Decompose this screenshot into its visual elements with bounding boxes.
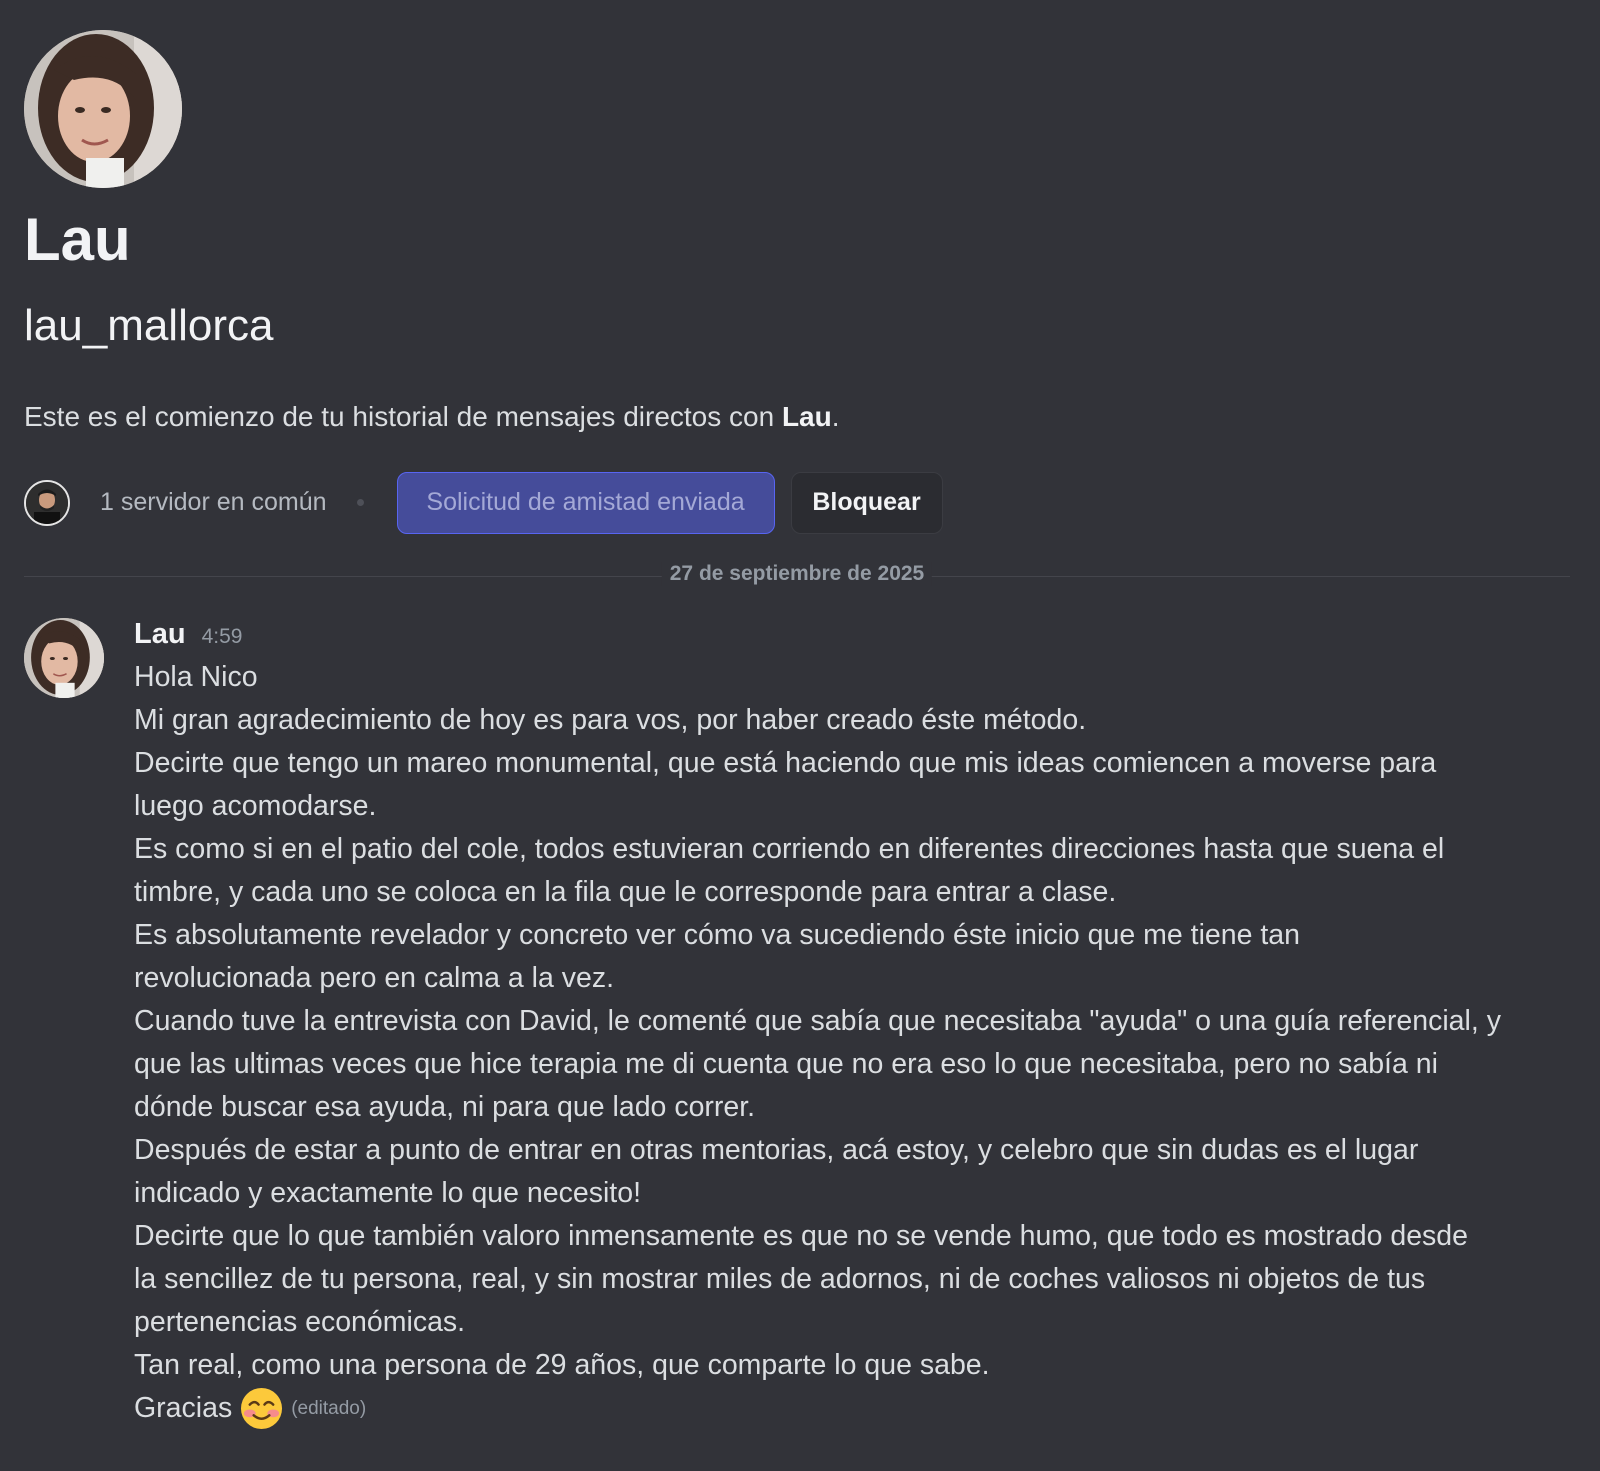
edited-label: (editado) — [291, 1398, 367, 1419]
message-line: Es absolutamente revelador y concreto ve… — [134, 919, 1300, 951]
date-divider: 27 de septiembre de 2025 — [24, 562, 1570, 586]
message-line-gracias: Gracias — [134, 1392, 233, 1424]
separator-dot — [356, 499, 364, 507]
message-last-line: Gracias (editado) — [134, 1387, 1564, 1430]
message-content: Hola Nico Mi gran agradecimiento de hoy … — [134, 656, 1564, 1430]
message-line: Después de estar a punto de entrar en ot… — [134, 1134, 1419, 1166]
message-line: Tan real, como una persona de 29 años, q… — [134, 1349, 990, 1381]
message-line: Mi gran agradecimiento de hoy es para vo… — [134, 704, 1087, 736]
profile-actions: 1 servidor en común Solicitud de amistad… — [24, 471, 1564, 534]
mutual-server-photo — [26, 481, 68, 524]
message-body: Lau 4:59 Hola Nico Mi gran agradecimient… — [134, 618, 1564, 1430]
message-line: pertenencias económicas. — [134, 1306, 466, 1338]
profile-display-name: Lau — [24, 206, 131, 273]
message-line: Es como si en el patio del cole, todos e… — [134, 833, 1445, 865]
dm-intro-suffix: . — [831, 401, 840, 432]
message-line: indicado y exactamente lo que necesito! — [134, 1177, 641, 1209]
profile-avatar[interactable] — [24, 30, 182, 188]
mutual-server-icon[interactable] — [24, 479, 70, 526]
message-line: dónde buscar esa ayuda, ni para que lado… — [134, 1091, 756, 1123]
message-line: Hola Nico — [134, 661, 258, 693]
message-header: Lau 4:59 — [134, 618, 1564, 656]
avatar-photo — [24, 30, 182, 188]
message-line: Decirte que tengo un mareo monumental, q… — [134, 747, 1437, 779]
message-line: revolucionada pero en calma a la vez. — [134, 962, 615, 994]
message-line: la sencillez de tu persona, real, y sin … — [134, 1263, 1426, 1295]
profile-username: lau_mallorca — [24, 301, 274, 350]
block-button[interactable]: Bloquear — [790, 471, 943, 534]
message-line: timbre, y cada uno se coloca en la fila … — [134, 876, 1117, 908]
mutual-servers-link[interactable]: 1 servidor en común — [100, 488, 327, 517]
message-line: Cuando tuve la entrevista con David, le … — [134, 1005, 1501, 1037]
dm-intro-text: Este es el comienzo de tu historial de m… — [24, 400, 1564, 434]
message-line: Decirte que lo que también valoro inmens… — [134, 1220, 1469, 1252]
friend-request-sent-button[interactable]: Solicitud de amistad enviada — [396, 471, 775, 534]
dm-profile-header: Lau lau_mallorca Este es el comienzo de … — [24, 30, 1564, 534]
date-divider-label: 27 de septiembre de 2025 — [661, 562, 933, 586]
message-timestamp[interactable]: 4:59 — [202, 625, 243, 649]
smiling-face-with-blush-icon[interactable] — [240, 1387, 283, 1430]
message-line: luego acomodarse. — [134, 790, 377, 822]
dm-intro-name: Lau — [781, 401, 832, 432]
message-line: que las ultimas veces que hice terapia m… — [134, 1048, 1438, 1080]
message-author-avatar[interactable] — [24, 618, 104, 698]
message-author-name[interactable]: Lau — [134, 618, 186, 651]
message-avatar-photo — [24, 618, 104, 698]
dm-intro-prefix: Este es el comienzo de tu historial de m… — [24, 401, 782, 432]
